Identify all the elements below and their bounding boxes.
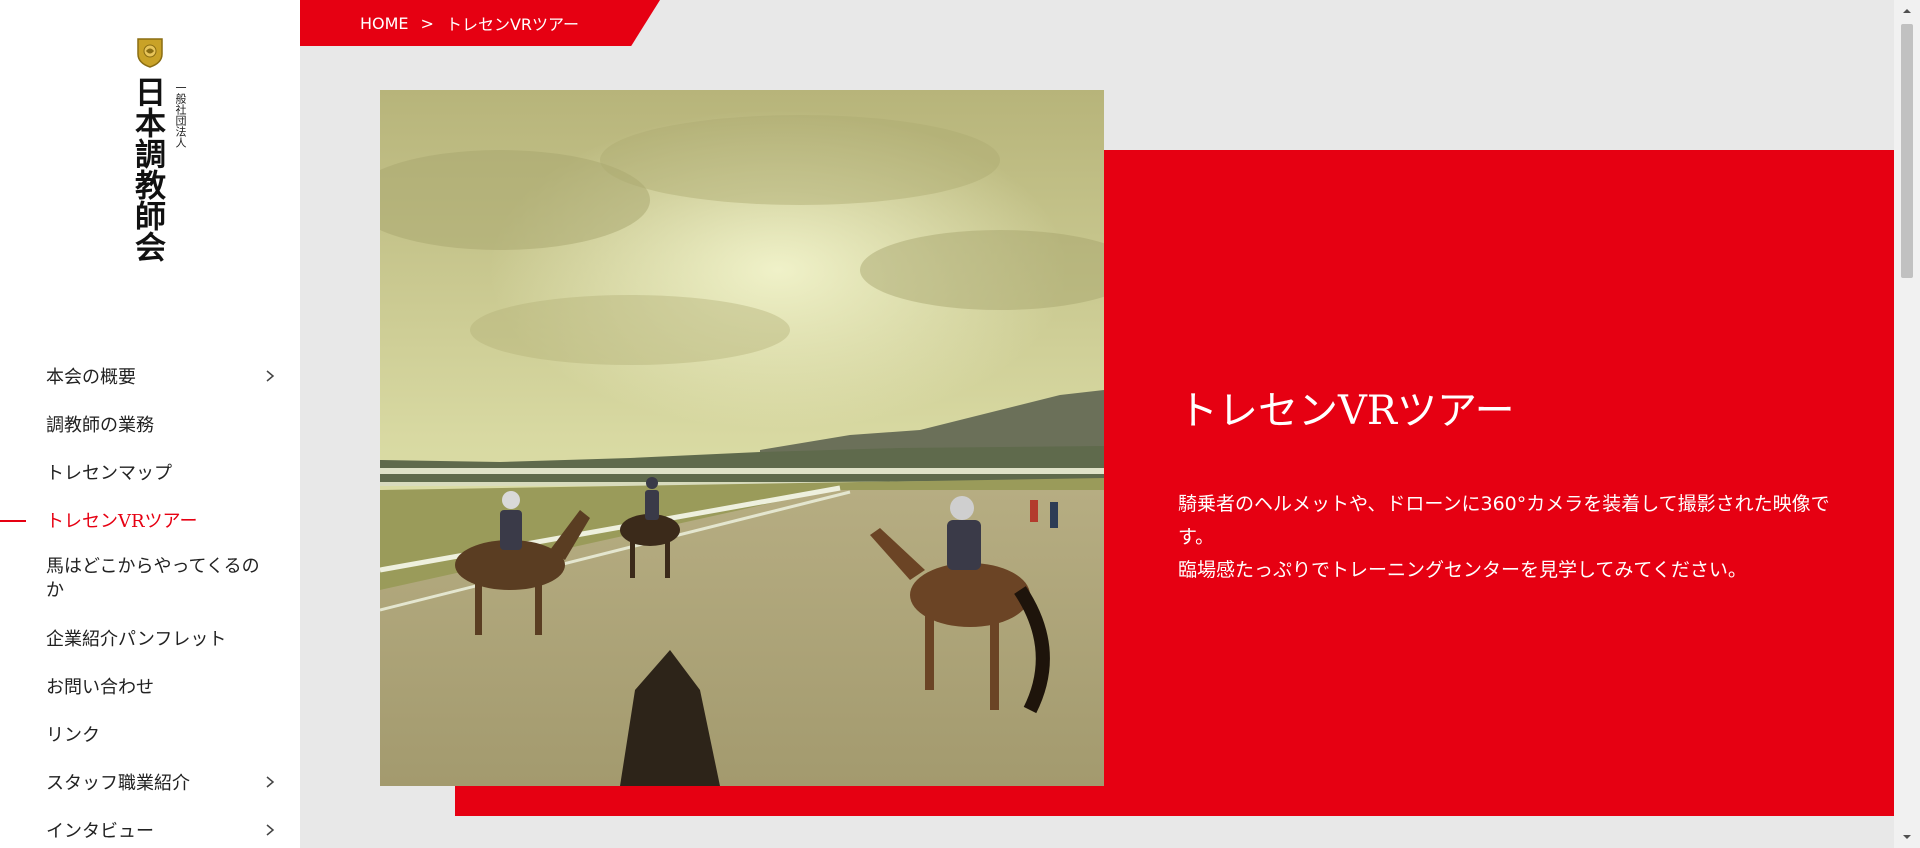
nav-item-label: スタッフ職業紹介: [46, 773, 190, 794]
nav-item-interview[interactable]: インタビュー: [0, 806, 300, 848]
main-nav: 本会の概要 調教師の業務 トレセンマップ トレセンVRツアー 馬はどこからやって…: [0, 352, 300, 848]
nav-item-label: 調教師の業務: [46, 415, 154, 436]
training-track-photo-icon: [380, 90, 1104, 786]
vertical-scrollbar[interactable]: [1894, 0, 1920, 848]
scroll-up-arrow-icon[interactable]: [1894, 0, 1920, 22]
sidebar: 日本調教師会 一般社団法人 本会の概要 調教師の業務 トレセンマップ トレセンV…: [0, 0, 300, 848]
site-logo[interactable]: 日本調教師会 一般社団法人: [126, 36, 206, 296]
hero-description-line: 臨場感たっぷりでトレーニングセンターを見学してみてください。: [1178, 559, 1747, 581]
nav-item-links[interactable]: リンク: [0, 710, 300, 758]
hero-photo: [380, 90, 1104, 786]
nav-item-horse-origin[interactable]: 馬はどこからやってくるのか: [0, 544, 300, 614]
breadcrumb-home-link[interactable]: HOME: [360, 14, 409, 33]
page-title: トレセンVRツアー: [1178, 388, 1515, 434]
nav-item-label: リンク: [46, 725, 100, 746]
nav-item-label: トレセンマップ: [46, 463, 172, 484]
nav-item-label: インタビュー: [46, 821, 154, 842]
nav-item-pamphlet[interactable]: 企業紹介パンフレット: [0, 614, 300, 662]
breadcrumb: HOME > トレセンVRツアー: [300, 0, 660, 46]
chevron-right-icon[interactable]: [264, 776, 276, 788]
nav-item-trainer-duties[interactable]: 調教師の業務: [0, 400, 300, 448]
chevron-right-icon[interactable]: [264, 370, 276, 382]
nav-item-contact[interactable]: お問い合わせ: [0, 662, 300, 710]
crest-icon: [137, 38, 163, 68]
scrollbar-thumb[interactable]: [1901, 24, 1913, 278]
nav-item-staff-jobs[interactable]: スタッフ職業紹介: [0, 758, 300, 806]
hero-description-line: 騎乗者のヘルメットや、ドローンに360°カメラを装着して撮影された映像です。: [1178, 493, 1830, 548]
nav-item-label: 馬はどこからやってくるのか: [46, 556, 260, 601]
chevron-right-icon[interactable]: [264, 824, 276, 836]
nav-item-label: 企業紹介パンフレット: [46, 629, 227, 650]
scroll-down-arrow-icon[interactable]: [1894, 826, 1920, 848]
nav-item-label: お問い合わせ: [46, 677, 154, 698]
nav-item-label: 本会の概要: [46, 367, 136, 388]
nav-item-vr-tour[interactable]: トレセンVRツアー: [0, 496, 300, 544]
nav-item-tracen-map[interactable]: トレセンマップ: [0, 448, 300, 496]
breadcrumb-current: トレセンVRツアー: [445, 15, 580, 34]
breadcrumb-separator: >: [420, 13, 434, 33]
nav-item-overview[interactable]: 本会の概要: [0, 352, 300, 400]
hero-description: 騎乗者のヘルメットや、ドローンに360°カメラを装着して撮影された映像です。 臨…: [1178, 488, 1858, 587]
nav-item-label: トレセンVRツアー: [46, 511, 198, 532]
logo-subtitle: 一般社団法人: [174, 82, 187, 148]
logo-name: 日本調教師会: [129, 76, 165, 262]
